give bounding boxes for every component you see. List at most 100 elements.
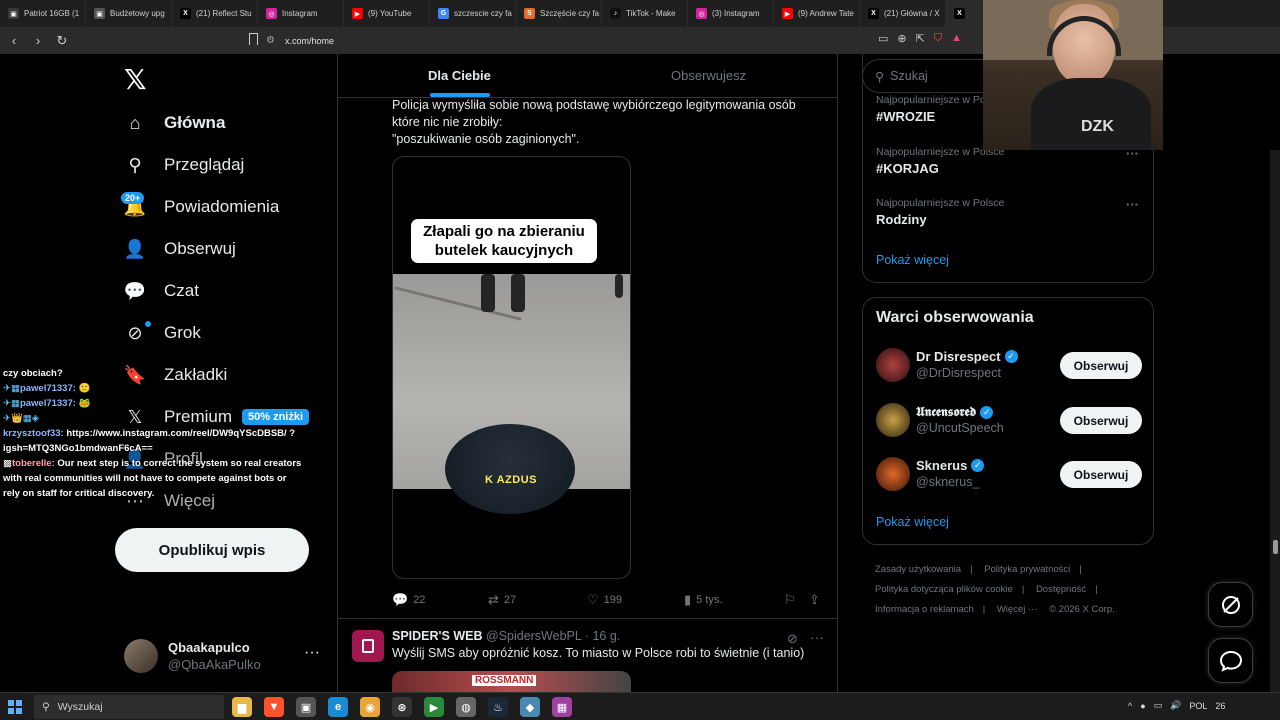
- tab-favicon-icon: ▣: [94, 8, 105, 19]
- scrollbar[interactable]: [1270, 150, 1280, 698]
- more-icon[interactable]: ···: [810, 629, 824, 645]
- tab-following[interactable]: Obserwujesz: [671, 68, 746, 83]
- browser-tab[interactable]: ▣ Patriot 16GB (1: [0, 0, 86, 27]
- browser-tab-active[interactable]: X: [946, 0, 986, 27]
- more-icon[interactable]: ···: [304, 644, 320, 662]
- trend-item[interactable]: Najpopularniejsze w Polsce #KORJAG: [876, 146, 1004, 176]
- footer-link[interactable]: Więcej ···: [997, 604, 1038, 615]
- avatar[interactable]: [352, 630, 384, 662]
- tweet-text[interactable]: Policja wymyśliła sobie nową podstawę wy…: [392, 97, 822, 148]
- mic-icon[interactable]: ●: [1140, 701, 1145, 711]
- app-icon[interactable]: ▦: [552, 697, 572, 717]
- grok-fab[interactable]: [1208, 582, 1253, 627]
- app-icon[interactable]: ▶: [424, 697, 444, 717]
- forward-icon[interactable]: ›: [28, 33, 48, 48]
- sidebar-item-label: Przeglądaj: [164, 155, 245, 174]
- grok-icon[interactable]: ⊘: [787, 631, 798, 647]
- browser-tab[interactable]: ▶ (9) YouTube: [344, 0, 430, 27]
- browser-tab[interactable]: ▶ (9) Andrew Tate: [774, 0, 860, 27]
- post-button[interactable]: Opublikuj wpis: [115, 528, 309, 572]
- sidebar-item-follow[interactable]: 👤 Obserwuj: [124, 235, 236, 263]
- chevron-up-icon[interactable]: ^: [1128, 701, 1132, 711]
- trend-item[interactable]: Najpopularniejsze w Polsce Rodziny: [876, 197, 1004, 227]
- taskbar-search[interactable]: ⚲ Wyszukaj: [34, 695, 224, 719]
- app-icon[interactable]: ◍: [456, 697, 476, 717]
- search-icon: ⚲: [128, 154, 142, 175]
- reload-icon[interactable]: ↻: [52, 33, 72, 49]
- reply-button[interactable]: 💬 22: [392, 592, 425, 608]
- sidebar-item-grok[interactable]: ⊘ Grok: [124, 319, 200, 347]
- avatar[interactable]: [876, 348, 910, 382]
- video-subtitle: K AZDUS: [485, 474, 537, 486]
- brave-shield-icon[interactable]: ⛉: [934, 32, 942, 45]
- browser-tab[interactable]: ◎ (3) Instagram: [688, 0, 774, 27]
- language-indicator[interactable]: POL: [1189, 701, 1207, 711]
- footer-link[interactable]: Informacja o reklamach: [875, 604, 974, 615]
- browser-tab[interactable]: ♪ TikTok - Make: [602, 0, 688, 27]
- footer-link[interactable]: Polityka prywatności: [984, 564, 1070, 575]
- avatar[interactable]: [876, 457, 910, 491]
- browser-tab[interactable]: X (21) Główna / X: [860, 0, 946, 27]
- sidebar-item-chat[interactable]: 💬 Czat: [124, 277, 199, 305]
- browser-tab[interactable]: S Szczęście czy fa: [516, 0, 602, 27]
- footer-link[interactable]: Dostępność: [1036, 584, 1086, 595]
- reader-icon[interactable]: ▭: [878, 32, 888, 45]
- sidebar-item-bell[interactable]: 🔔 Powiadomienia: [124, 193, 280, 221]
- bookmark-page-icon[interactable]: [249, 33, 258, 45]
- sidebar-item-label: Główna: [164, 113, 226, 132]
- follow-suggestion[interactable]: 𝖀𝖓𝖈𝖊𝖓𝖘𝖔𝖗𝖊𝖉 ✓ @UncutSpeech Obserwuj: [876, 403, 1142, 439]
- share-button[interactable]: ⇪: [809, 592, 820, 608]
- tab-label: Budżetowy upg: [110, 9, 165, 18]
- app-icon[interactable]: ◆: [520, 697, 540, 717]
- footer-link[interactable]: Polityka dotycząca plików cookie: [875, 584, 1013, 595]
- bookmark-button[interactable]: ⚐: [784, 592, 796, 608]
- author-handle[interactable]: @SpidersWebPL: [486, 629, 581, 643]
- browser-tab[interactable]: ◎ Instagram: [258, 0, 344, 27]
- zoom-icon[interactable]: ⊕: [897, 32, 906, 45]
- follow-suggestion[interactable]: Dr Disrespect ✓ @DrDisrespect Obserwuj: [876, 348, 1142, 384]
- browser-tab[interactable]: X (21) Reflect Stu: [172, 0, 258, 27]
- follow-suggestion[interactable]: Sknerus ✓ @sknerus_ Obserwuj: [876, 457, 1142, 493]
- tab-label: (9) YouTube: [368, 9, 412, 18]
- sidebar-item-search[interactable]: ⚲ Przeglądaj: [124, 151, 244, 179]
- app-icon[interactable]: ▣: [296, 697, 316, 717]
- repost-button[interactable]: ⇄ 27: [488, 592, 516, 608]
- tweet-time[interactable]: · 16 g.: [585, 629, 620, 643]
- x-logo-icon[interactable]: 𝕏: [124, 63, 147, 96]
- site-settings-icon[interactable]: ⚙: [266, 35, 275, 46]
- tweet[interactable]: SPIDER'S WEB @SpidersWebPL · 16 g. ⊘ ···…: [338, 619, 837, 698]
- chrome-icon[interactable]: ◉: [360, 697, 380, 717]
- like-button[interactable]: ♡ 199: [587, 592, 622, 608]
- footer-link[interactable]: Zasady użytkowania: [875, 564, 961, 575]
- tweet-video[interactable]: Złapali go na zbieraniu butelek kaucyjny…: [392, 156, 631, 579]
- edge-icon[interactable]: e: [328, 697, 348, 717]
- avatar[interactable]: [876, 403, 910, 437]
- who-to-follow-card: Warci obserwowania Dr Disrespect ✓ @DrDis…: [862, 297, 1154, 545]
- clock[interactable]: 26: [1215, 701, 1225, 711]
- volume-icon[interactable]: 🔊: [1170, 700, 1181, 711]
- brave-rewards-icon[interactable]: ▲: [951, 32, 962, 45]
- follow-show-more[interactable]: Pokaż więcej: [876, 515, 949, 529]
- back-icon[interactable]: ‹: [4, 33, 24, 48]
- more-icon[interactable]: ···: [1126, 197, 1139, 212]
- browser-tab[interactable]: ▣ Budżetowy upg: [86, 0, 172, 27]
- trends-show-more[interactable]: Pokaż więcej: [876, 253, 949, 267]
- messages-fab[interactable]: [1208, 638, 1253, 683]
- sidebar-item-home[interactable]: ⌂ Główna: [124, 109, 226, 137]
- tab-for-you[interactable]: Dla Ciebie: [428, 68, 491, 83]
- follow-button[interactable]: Obserwuj: [1060, 461, 1142, 488]
- network-icon[interactable]: ▭: [1154, 700, 1163, 711]
- store-sign: ROSSMANN: [472, 675, 537, 686]
- brave-icon[interactable]: ▼: [264, 697, 284, 717]
- windows-start-icon[interactable]: [8, 700, 22, 714]
- share-icon[interactable]: ⇱: [916, 32, 925, 45]
- app-icon[interactable]: ⊛: [392, 697, 412, 717]
- browser-tab[interactable]: Gszczescie czy fa: [430, 0, 516, 27]
- views-button[interactable]: ▮ 5 tys.: [684, 592, 722, 608]
- follow-button[interactable]: Obserwuj: [1060, 407, 1142, 434]
- explorer-icon[interactable]: ▆: [232, 697, 252, 717]
- steam-icon[interactable]: ♨: [488, 697, 508, 717]
- follow-button[interactable]: Obserwuj: [1060, 352, 1142, 379]
- account-switcher[interactable]: Qbaakapulco @QbaAkaPulko ···: [124, 638, 324, 674]
- author-name[interactable]: SPIDER'S WEB: [392, 629, 483, 643]
